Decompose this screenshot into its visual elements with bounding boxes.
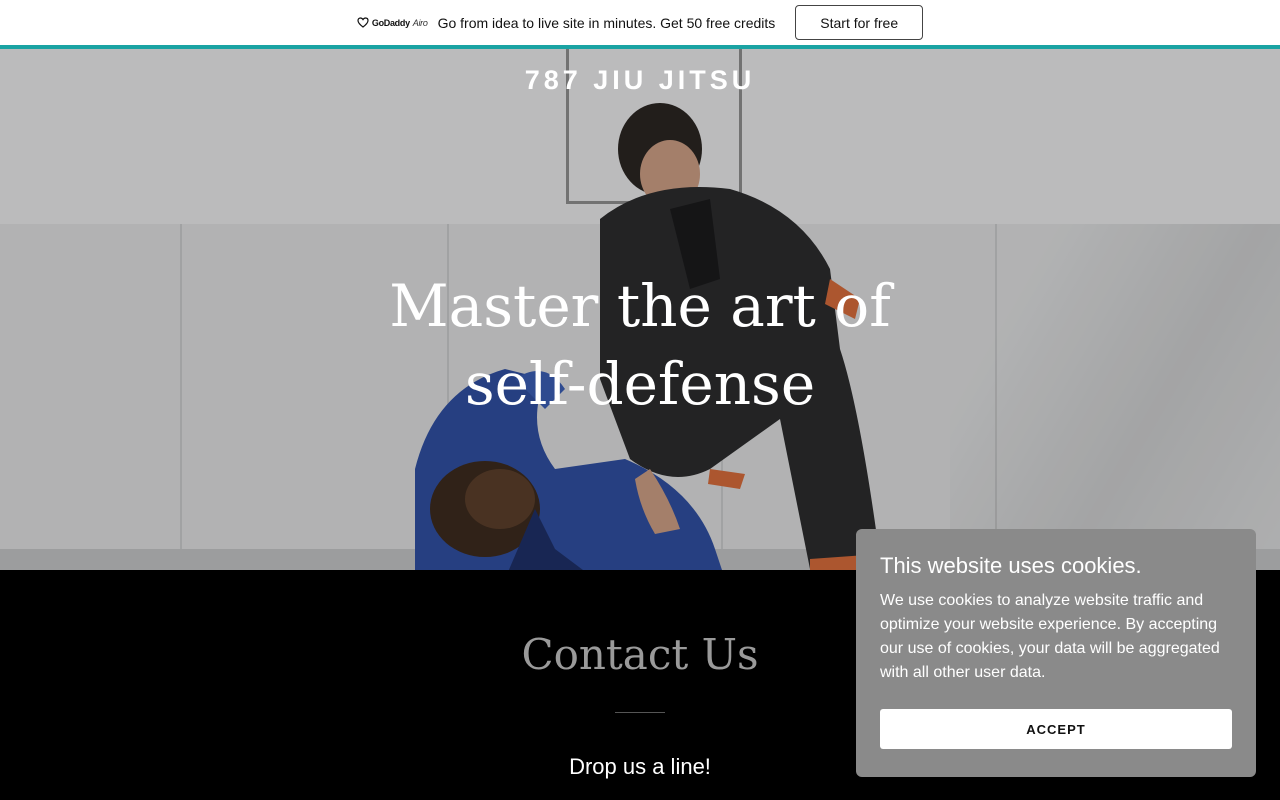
- godaddy-icon: [357, 17, 369, 28]
- brand-logo: GoDaddy Airo: [357, 17, 428, 28]
- promo-text: Go from idea to live site in minutes. Ge…: [437, 14, 776, 31]
- brand-name: GoDaddy: [371, 17, 410, 28]
- cookie-body: We use cookies to analyze website traffi…: [880, 592, 1220, 681]
- hero-headline: Master the art of self-defense: [389, 272, 891, 418]
- brand-suffix: Airo: [412, 17, 428, 28]
- start-for-free-button[interactable]: Start for free: [795, 5, 924, 40]
- hero-section: 787 JIU JITSU Master the art of self-def…: [0, 49, 1280, 570]
- promo-accent-bar: [0, 45, 1280, 49]
- cookie-title: This website uses cookies.: [880, 553, 1142, 578]
- cookie-banner: This website uses cookies. We use cookie…: [856, 529, 1256, 777]
- promo-bar: GoDaddy Airo Go from idea to live site i…: [0, 0, 1280, 45]
- accept-cookies-button[interactable]: ACCEPT: [880, 709, 1232, 749]
- section-divider: [615, 712, 665, 713]
- site-title[interactable]: 787 JIU JITSU: [0, 65, 1280, 96]
